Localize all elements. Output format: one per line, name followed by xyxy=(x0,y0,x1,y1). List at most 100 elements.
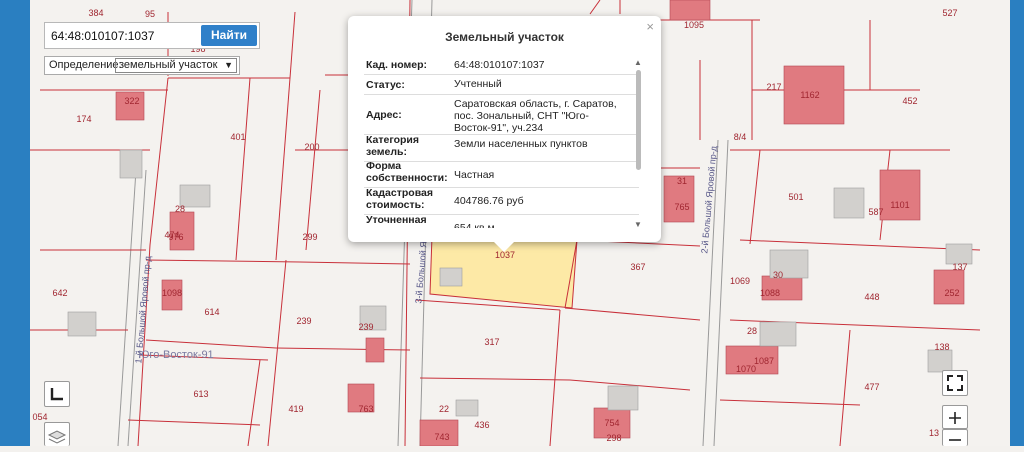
definition-select[interactable]: земельный участок ▼ xyxy=(115,58,237,73)
parcel-label: 13 xyxy=(929,428,939,438)
parcel-label: 1162 xyxy=(800,90,819,100)
info-row-area: Уточненная площадь: 654 кв.м xyxy=(364,214,639,228)
parcel-label: 614 xyxy=(204,307,219,317)
parcel-label: 322 xyxy=(124,96,139,106)
info-row-land-category: Категория земель: Земли населенных пункт… xyxy=(364,134,639,162)
info-value: 404786.76 руб xyxy=(454,195,524,207)
layers-button[interactable] xyxy=(44,422,70,446)
outbuilding xyxy=(927,349,953,373)
info-value: Частная xyxy=(454,168,495,181)
popup-info-table: Кад. номер: 64:48:010107:1037 Статус: Уч… xyxy=(364,56,639,228)
parcel-label: 30 xyxy=(773,270,783,280)
parcel-label: 501 xyxy=(788,192,803,202)
parcel-boundary xyxy=(564,307,701,321)
info-key: Категория земель: xyxy=(366,134,420,158)
parcel-boundary xyxy=(275,77,291,261)
info-key: Форма собственности: xyxy=(366,160,448,184)
parcel-label: 976 xyxy=(168,232,183,242)
parcel-label: 765 xyxy=(674,202,689,212)
parcel-boundary xyxy=(289,11,296,79)
outbuilding xyxy=(945,243,973,265)
building xyxy=(933,269,965,305)
info-key: Кад. номер: xyxy=(366,59,428,71)
parcel-label: 239 xyxy=(358,322,373,332)
outbuilding xyxy=(67,311,97,337)
scroll-up-icon[interactable]: ▲ xyxy=(634,58,642,67)
info-row-ownership: Форма собственности: Частная xyxy=(364,160,639,188)
parcel-label: 367 xyxy=(630,262,645,272)
parcel-label: 1088 xyxy=(760,288,780,298)
popup-scrollbar[interactable]: ▲ ▼ xyxy=(634,58,642,232)
parcel-label: 1070 xyxy=(736,364,756,374)
parcel-label: 1098 xyxy=(162,288,182,298)
parcel-label: 8/4 xyxy=(734,132,747,142)
parcel-label: 1101 xyxy=(890,200,909,210)
info-key: Кадастровая стоимость: xyxy=(366,187,433,211)
parcel-boundary xyxy=(275,347,411,351)
parcel-info-popup: × Земельный участок Кад. номер: 64:48:01… xyxy=(348,16,661,242)
parcel-boundary xyxy=(149,77,169,246)
parcel-label: 174 xyxy=(76,114,91,124)
parcel-boundary xyxy=(589,0,601,15)
parcel-label: 527 xyxy=(942,8,957,18)
search-box: Найти xyxy=(44,22,260,49)
parcel-label: 384 xyxy=(88,8,103,18)
info-value: Земли населенных пунктов xyxy=(454,138,588,150)
parcel-boundary xyxy=(549,309,561,446)
parcel-label: 448 xyxy=(864,292,879,302)
info-row-cadastral-value: Кадастровая стоимость: 404786.76 руб xyxy=(364,187,639,215)
right-frame xyxy=(1010,0,1024,446)
cadastral-number-input[interactable] xyxy=(47,25,205,46)
scroll-thumb[interactable] xyxy=(636,70,641,170)
parcel-label: 239 xyxy=(296,316,311,326)
parcel-boundary xyxy=(235,77,251,261)
info-key: Адрес: xyxy=(366,108,402,121)
zoom-in-button[interactable] xyxy=(942,405,968,429)
layers-icon xyxy=(47,430,67,444)
parcel-boundary xyxy=(145,339,277,349)
parcel-label: 95 xyxy=(145,9,155,19)
outbuilding xyxy=(607,385,639,411)
parcel-boundary xyxy=(419,377,571,381)
parcel-label: 587 xyxy=(868,207,883,217)
parcel-label: 1087 xyxy=(754,356,774,366)
building xyxy=(669,0,711,21)
parcel-boundary xyxy=(127,419,261,426)
parcel-boundary xyxy=(839,329,851,446)
building xyxy=(365,337,385,363)
street-label: Юго-Восток-91 xyxy=(138,349,213,361)
zoom-out-button[interactable] xyxy=(942,429,968,446)
definition-selected-value: земельный участок xyxy=(119,59,218,71)
parcel-boundary xyxy=(267,259,287,446)
parcel-label: 054 xyxy=(32,412,47,422)
info-row-status: Статус: Учтенный xyxy=(364,75,639,95)
parcel-label: 419 xyxy=(288,404,303,414)
chevron-down-icon: ▼ xyxy=(224,60,233,70)
definition-label: Определение: xyxy=(49,59,122,71)
parcel-label: 613 xyxy=(193,389,208,399)
parcel-label: 743 xyxy=(434,432,449,442)
search-button[interactable]: Найти xyxy=(201,25,257,46)
parcel-label: 1095 xyxy=(684,20,704,30)
ruler-tool-button[interactable] xyxy=(44,381,70,407)
outbuilding xyxy=(833,187,865,219)
parcel-boundary xyxy=(299,261,411,265)
parcel-label: 642 xyxy=(52,288,67,298)
parcel-label: 298 xyxy=(606,433,621,443)
parcel-label: 217 xyxy=(766,82,781,92)
definition-bar: Определение: земельный участок ▼ xyxy=(44,56,240,75)
fullscreen-button[interactable] xyxy=(942,370,968,396)
parcel-boundary xyxy=(749,149,761,245)
info-row-cadastral-number: Кад. номер: 64:48:010107:1037 xyxy=(364,56,639,75)
outbuilding xyxy=(119,149,143,179)
outbuilding xyxy=(759,321,797,347)
info-value: Учтенный xyxy=(454,78,502,90)
parcel-label: 436 xyxy=(474,420,489,430)
building xyxy=(879,169,921,221)
scroll-down-icon[interactable]: ▼ xyxy=(634,220,642,229)
outbuilding xyxy=(455,399,479,417)
fullscreen-icon xyxy=(947,375,963,391)
parcel-label: 401 xyxy=(230,132,245,142)
outbuilding xyxy=(439,267,463,287)
info-value: Саратовская область, г. Саратов, пос. Зо… xyxy=(454,98,617,134)
